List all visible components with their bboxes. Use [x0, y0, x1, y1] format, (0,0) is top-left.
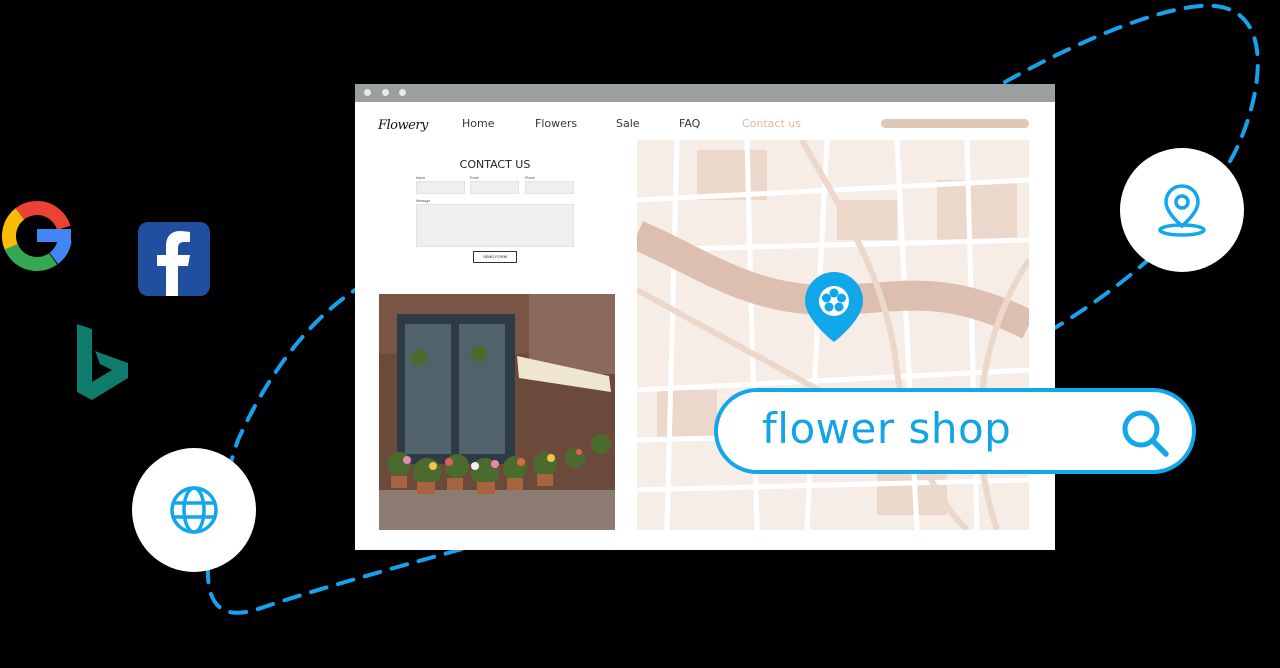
globe-badge [132, 448, 256, 572]
header-search-bar[interactable] [881, 119, 1029, 128]
message-field[interactable] [416, 204, 574, 247]
site-logo[interactable]: Flowery [378, 118, 428, 133]
window-dot[interactable] [382, 89, 389, 96]
phone-field[interactable] [525, 181, 574, 194]
email-field[interactable] [470, 181, 519, 194]
location-pin-icon [1158, 184, 1206, 237]
browser-titlebar [355, 84, 1055, 102]
location-badge [1120, 148, 1244, 272]
google-icon [2, 201, 72, 271]
flower-shop-photo [379, 294, 615, 530]
facebook-icon [138, 222, 210, 296]
name-label: Name [416, 176, 426, 180]
nav-home[interactable]: Home [462, 117, 494, 130]
phone-label: Phone [525, 176, 536, 180]
message-label: Message [416, 199, 431, 203]
name-field[interactable] [416, 181, 465, 194]
nav-contact-us[interactable]: Contact us [742, 117, 801, 130]
send-form-button[interactable]: SEND FORM [473, 251, 517, 263]
window-dot[interactable] [364, 89, 371, 96]
nav-flowers[interactable]: Flowers [535, 117, 577, 130]
search-query-text[interactable]: flower shop [762, 404, 1011, 453]
search-icon[interactable] [1120, 408, 1172, 460]
globe-icon [170, 486, 218, 534]
bing-icon [77, 324, 128, 400]
nav-faq[interactable]: FAQ [679, 117, 700, 130]
nav-sale[interactable]: Sale [616, 117, 640, 130]
email-label: Email [470, 176, 479, 180]
browser-window: Flowery Home Flowers Sale FAQ Contact us… [355, 84, 1055, 550]
window-dot[interactable] [399, 89, 406, 96]
contact-title: CONTACT US [459, 158, 531, 171]
search-box[interactable]: flower shop [714, 388, 1196, 474]
